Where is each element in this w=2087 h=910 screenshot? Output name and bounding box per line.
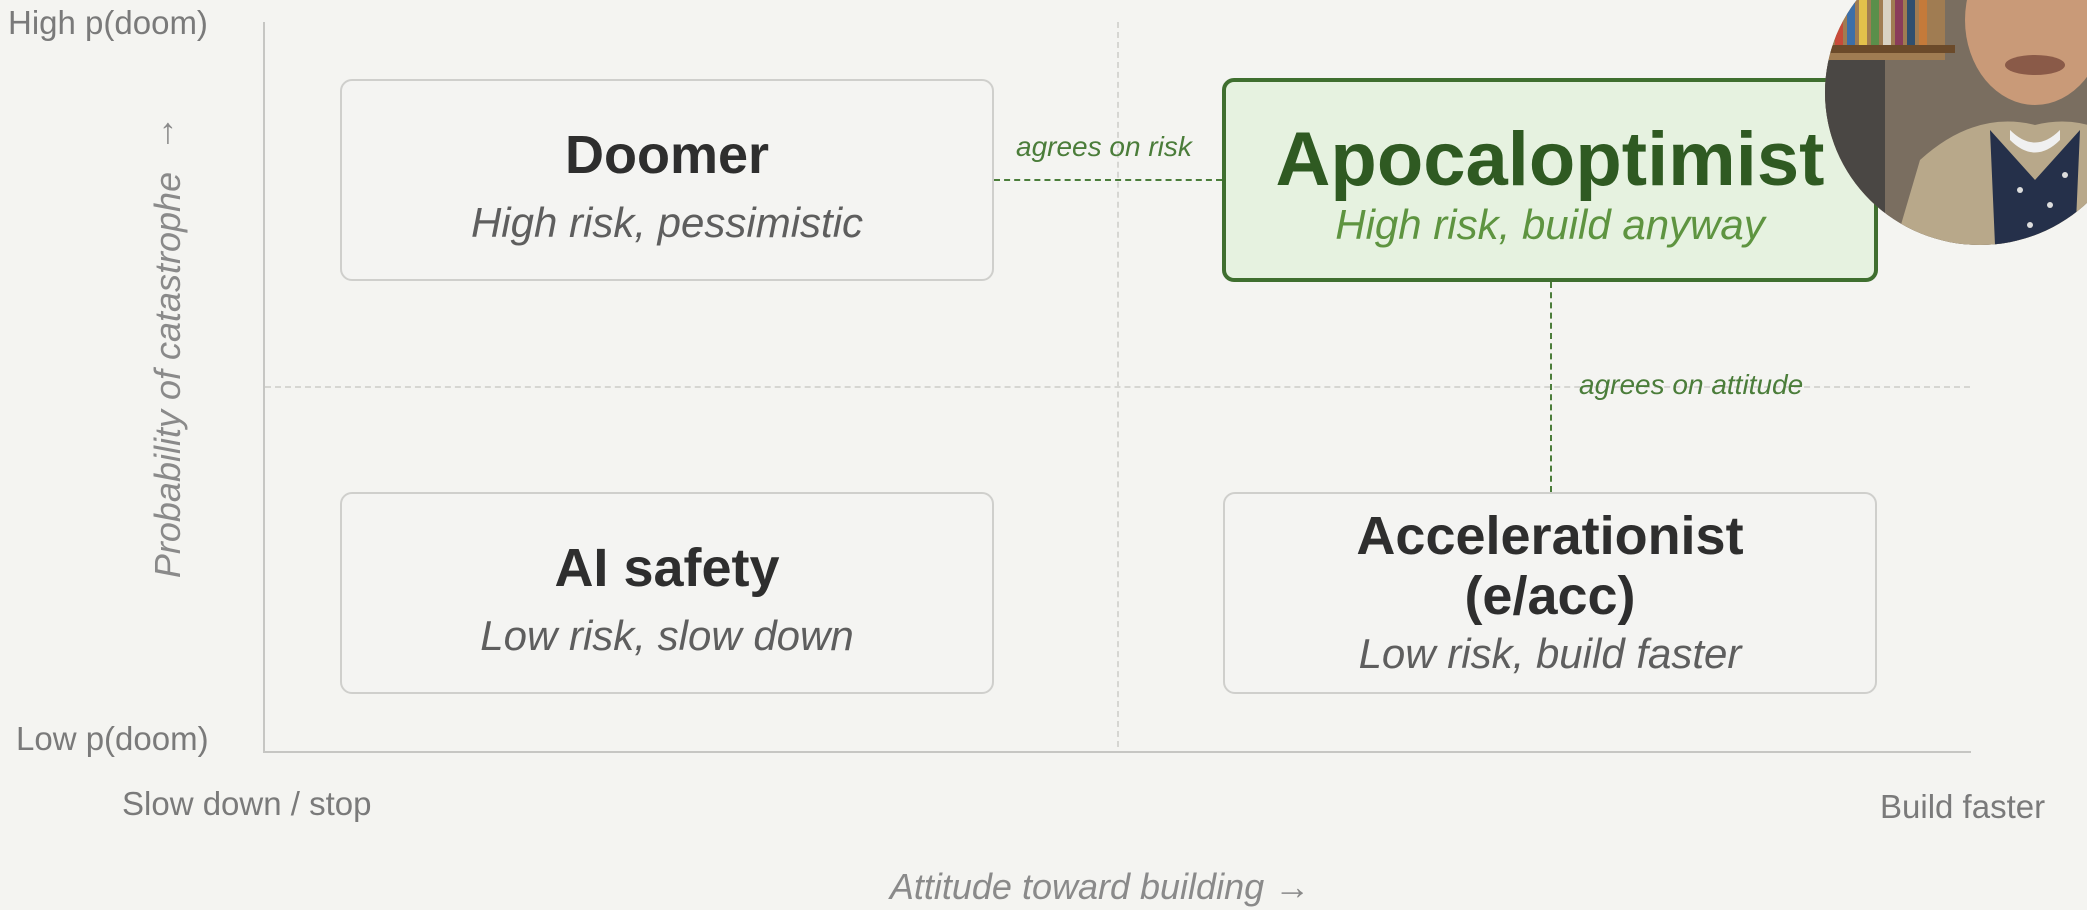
x-axis-title: Attitude toward building → xyxy=(889,866,1311,907)
y-axis-arrow-icon: ↑ xyxy=(159,109,177,151)
quadrant-doomer: Doomer High risk, pessimistic xyxy=(340,79,994,281)
y-axis-title-text: Probability of catastrophe xyxy=(147,171,188,579)
apocaloptimist-subtitle: High risk, build anyway xyxy=(1335,201,1765,248)
y-axis-low-label: Low p(doom) xyxy=(16,720,209,757)
y-axis-title: Probability of catastrophe ↑ xyxy=(147,110,189,579)
x-axis-left-label: Slow down / stop xyxy=(122,785,372,822)
ai-safety-subtitle: Low risk, slow down xyxy=(480,612,854,659)
quadrant-apocaloptimist: Apocaloptimist High risk, build anyway xyxy=(1222,78,1878,282)
doomer-title: Doomer xyxy=(564,125,770,185)
attitude-connector-line xyxy=(1550,282,1552,492)
y-axis-high-label: High p(doom) xyxy=(8,4,208,41)
x-axis-line xyxy=(263,751,1971,753)
accelerationist-title-line1: Accelerationist xyxy=(1356,506,1744,566)
accelerationist-subtitle: Low risk, build faster xyxy=(1358,630,1742,677)
risk-connector-line xyxy=(994,179,1222,181)
doomer-subtitle: High risk, pessimistic xyxy=(470,199,864,246)
attitude-connector-label: agrees on attitude xyxy=(1579,369,1804,400)
accelerationist-title-line2: (e/acc) xyxy=(1464,566,1636,626)
quadrant-ai-safety: AI safety Low risk, slow down xyxy=(340,492,994,694)
apocaloptimist-title: Apocaloptimist xyxy=(1275,117,1825,202)
ai-safety-title: AI safety xyxy=(554,538,780,598)
risk-connector-label: agrees on risk xyxy=(1016,131,1192,162)
quadrant-diagram: High p(doom) Low p(doom) Slow down / sto… xyxy=(0,0,2087,910)
x-axis-right-label: Build faster xyxy=(1880,788,2046,825)
quadrant-accelerationist: Accelerationist (e/acc) Low risk, build … xyxy=(1223,492,1877,694)
